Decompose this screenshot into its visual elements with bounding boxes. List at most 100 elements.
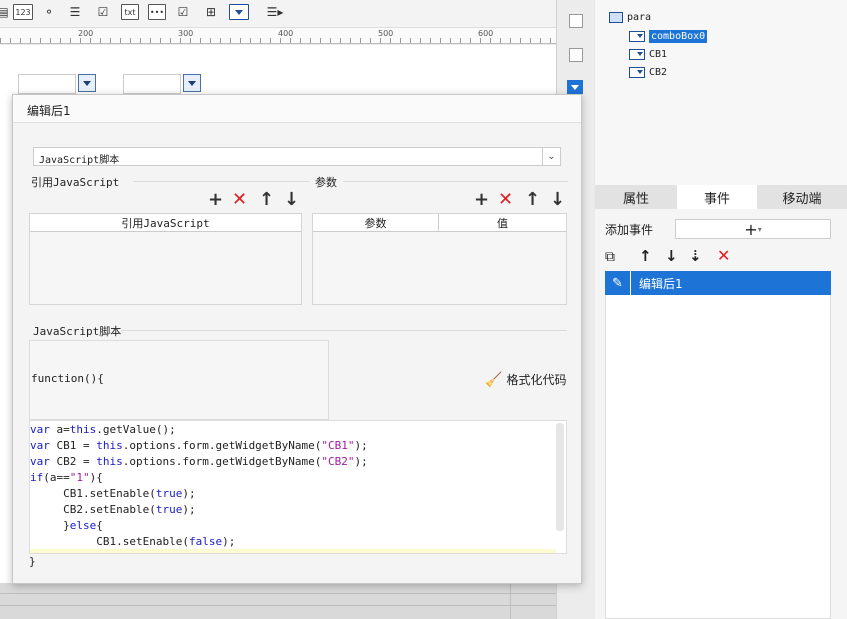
function-footer: } [29, 555, 36, 568]
code-line-4: if(a=="1"){ [30, 471, 103, 484]
radio-list-icon[interactable]: ☰ [66, 4, 84, 20]
canvas-combobox-field[interactable] [123, 74, 181, 94]
ruler-tick [280, 38, 281, 43]
ruler-tick [480, 38, 481, 43]
horizontal-ruler: 200 300 400 500 600 [0, 28, 556, 44]
ruler-tick [250, 38, 251, 43]
ruler-tick [380, 38, 381, 43]
tab-events[interactable]: 事件 [677, 185, 757, 209]
ruler-tick [70, 38, 71, 43]
password-icon[interactable]: ••• [148, 4, 166, 20]
move-up-ref-js-button[interactable]: ↑ [259, 191, 274, 209]
list-icon[interactable]: ☰▸ [260, 4, 290, 20]
chevron-down-icon[interactable] [183, 74, 201, 92]
ruler-tick [100, 38, 101, 43]
tab-mobile[interactable]: 移动端 [757, 185, 847, 209]
canvas-combobox-field[interactable] [18, 74, 76, 94]
move-up-icon[interactable]: ↑ [639, 247, 652, 265]
params-table[interactable]: 参数 值 [312, 213, 567, 305]
ruler-tick [10, 38, 11, 43]
move-down-ref-js-button[interactable]: ↓ [284, 191, 299, 209]
ruler-tick [120, 38, 121, 43]
ruler-tick [260, 38, 261, 43]
event-list-item[interactable]: ✎ 编辑后1 [605, 271, 831, 295]
value-column-header: 值 [439, 214, 566, 232]
frame-icon[interactable] [569, 48, 583, 62]
move-down-icon[interactable]: ↓ [665, 247, 678, 265]
ruler-tick [460, 38, 461, 43]
delete-param-button[interactable]: ✕ [498, 191, 513, 209]
ref-js-column-header: 引用JavaScript [30, 214, 301, 232]
add-event-button[interactable]: + ▾ [675, 219, 831, 239]
ruler-tick [110, 38, 111, 43]
tree-root[interactable]: para [609, 9, 651, 25]
move-up-param-button[interactable]: ↑ [525, 191, 540, 209]
ruler-tick [30, 38, 31, 43]
tab-label: 移动端 [782, 191, 822, 207]
move-down-param-button[interactable]: ↓ [550, 191, 565, 209]
ruler-tick [150, 38, 151, 43]
code-line-7: }else{ [30, 519, 103, 532]
code-line-1: var a=this.getValue(); [30, 423, 176, 436]
ruler-tick [40, 38, 41, 43]
checkbox-icon[interactable]: ☑ [174, 4, 192, 20]
section-divider [121, 330, 567, 331]
dropdown-arrow-icon [83, 80, 91, 86]
editor-scrollbar[interactable] [556, 423, 564, 531]
tree-item-combobox0[interactable]: comboBox0 [629, 28, 708, 44]
dialog-title: 编辑后1 [13, 95, 581, 123]
ruler-tick [490, 38, 491, 43]
section-divider [343, 181, 568, 182]
radio-group-icon[interactable]: ⚬ [40, 4, 58, 20]
chevron-down-icon[interactable] [78, 74, 96, 92]
label-icon[interactable]: ▤ [0, 4, 12, 20]
checkbox-group-icon[interactable]: ☑ [94, 4, 112, 20]
add-param-button[interactable]: + [474, 191, 489, 209]
ref-js-table[interactable]: 引用JavaScript [29, 213, 302, 305]
function-header: function(){ [31, 372, 104, 385]
script-type-select[interactable]: JavaScript脚本 ⌄ [33, 147, 561, 166]
ruler-tick [320, 38, 321, 43]
code-line-8: CB1.setEnable(false); [30, 535, 236, 548]
widget-settings-icon[interactable] [569, 14, 583, 28]
tab-label: 属性 [622, 191, 649, 207]
delete-ref-js-button[interactable]: ✕ [232, 191, 247, 209]
ruler-tick [330, 38, 331, 43]
ruler-tick [130, 38, 131, 43]
event-item-label: 编辑后1 [639, 276, 683, 291]
move-bottom-icon[interactable]: ⇣ [689, 247, 702, 265]
ruler-tick [210, 38, 211, 43]
tree-item-cb2[interactable]: CB2 [629, 64, 667, 80]
tree-root-label: para [627, 11, 652, 23]
ruler-tick [0, 38, 1, 43]
ruler-tick [140, 38, 141, 43]
tree-item-cb1[interactable]: CB1 [629, 46, 667, 62]
add-ref-js-button[interactable]: + [208, 191, 223, 209]
ruler-tick [520, 38, 521, 43]
number-icon[interactable]: 123 [13, 4, 33, 20]
code-editor[interactable]: var a=this.getValue(); var CB1 = this.op… [29, 420, 567, 554]
text-icon[interactable]: txt [121, 4, 139, 20]
broom-icon: 🧹 [485, 371, 503, 388]
ruler-tick [450, 38, 451, 43]
tree-icon[interactable]: ⊞ [202, 4, 220, 20]
add-event-label: 添加事件 [605, 223, 654, 237]
delete-icon[interactable]: ✕ [717, 246, 730, 265]
params-section-title: 参数 [315, 176, 337, 189]
combobox-active-icon[interactable] [567, 80, 583, 94]
ruler-tick [440, 38, 441, 43]
ruler-tick [310, 38, 311, 43]
copy-icon[interactable]: ⧉ [605, 249, 615, 265]
ruler-tick [290, 38, 291, 43]
combobox-icon[interactable] [229, 4, 249, 20]
ruler-label: 200 [78, 29, 94, 38]
combobox-icon [629, 48, 645, 60]
chevron-down-icon: ⌄ [542, 148, 560, 165]
tab-properties[interactable]: 属性 [595, 185, 677, 209]
combobox-icon [629, 66, 645, 78]
format-code-button[interactable]: 🧹 格式化代码 [485, 371, 566, 388]
ruler-tick [410, 38, 411, 43]
dialog-body: JavaScript脚本 ⌄ 引用JavaScript + ✕ ↑ ↓ 引用Ja… [13, 123, 581, 583]
ruler-tick [470, 38, 471, 43]
grid-line [0, 593, 556, 594]
